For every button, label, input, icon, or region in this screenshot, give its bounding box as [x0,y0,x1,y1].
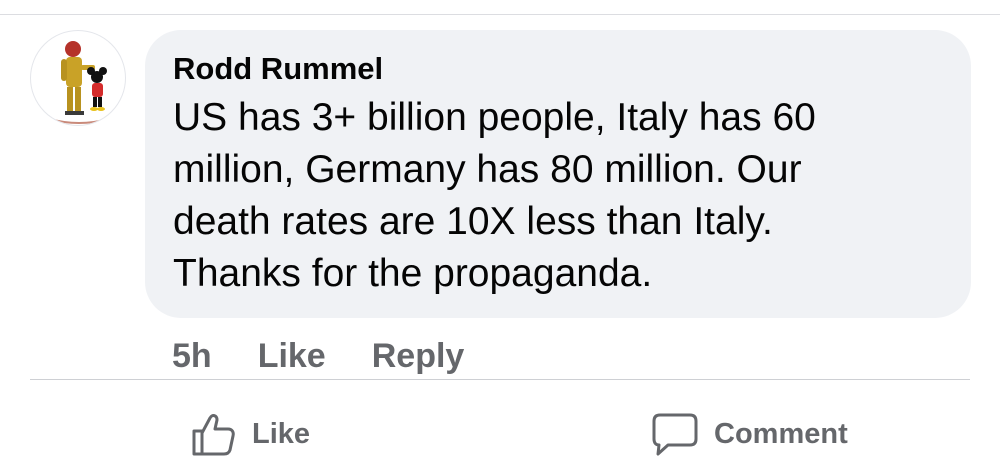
footer-comment-button[interactable]: Comment [650,408,848,460]
comment-bubble: Rodd Rummel US has 3+ billion people, It… [145,30,971,318]
avatar[interactable] [30,30,126,126]
thumbs-up-icon [188,409,238,459]
comment-timestamp[interactable]: 5h [172,337,212,376]
footer-like-button[interactable]: Like [188,408,310,460]
comment-actions: 5h Like Reply [172,332,464,380]
top-divider [0,14,1000,15]
comment-text: US has 3+ billion people, Italy has 60 m… [173,96,816,295]
comment-reply-link[interactable]: Reply [372,337,465,376]
comment-author[interactable]: Rodd Rummel [173,48,943,90]
footer-comment-label: Comment [714,417,848,450]
footer-like-label: Like [252,417,311,450]
speech-bubble-icon [650,409,700,459]
comment-like-link[interactable]: Like [258,337,326,376]
footer-divider [30,379,970,380]
firefighter-avatar-icon [48,41,110,124]
